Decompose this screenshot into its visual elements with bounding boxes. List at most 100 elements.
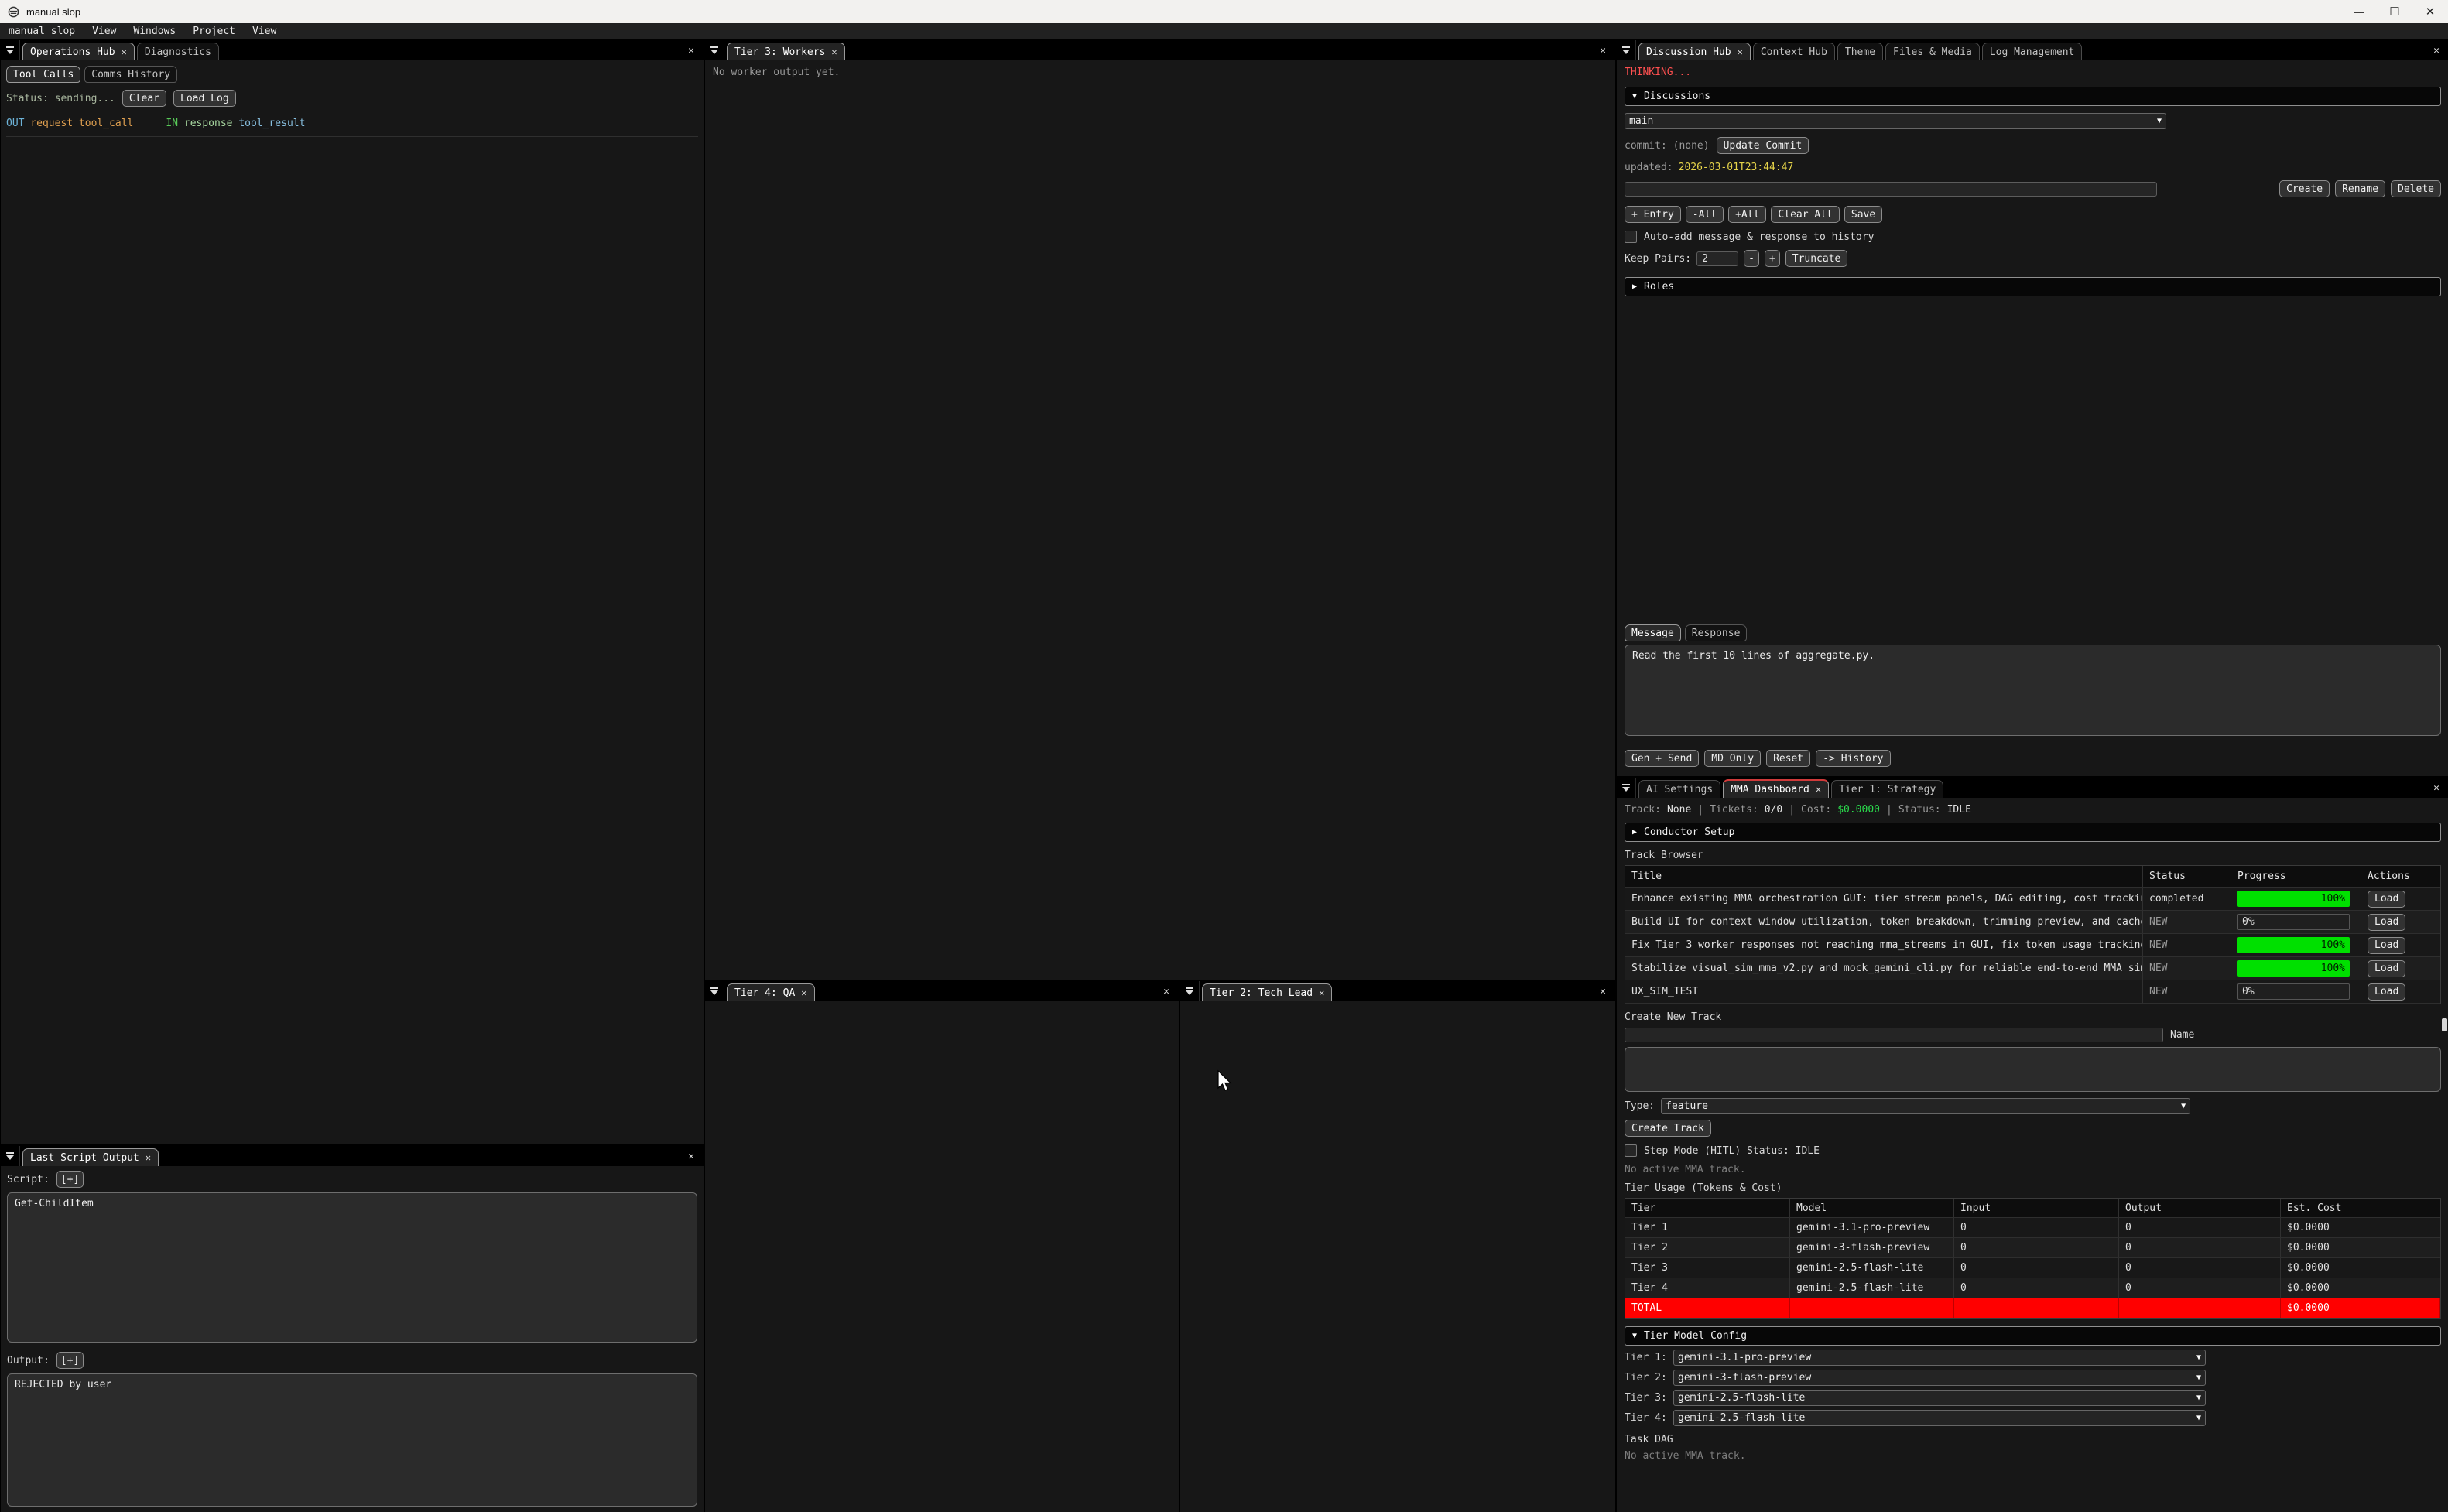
tab-mma[interactable]: MMA Dashboard ✕ [1723,779,1829,798]
track-type-select[interactable]: feature ▼ [1661,1098,2190,1114]
create-track-button[interactable]: Create Track [1625,1120,1711,1137]
track-description-textarea[interactable] [1625,1047,2441,1092]
autoadd-checkbox[interactable] [1625,231,1637,243]
subtab[interactable]: Tool Calls [6,66,80,83]
output-textarea[interactable]: REJECTED by user [7,1373,697,1507]
dock-menu-icon[interactable] [705,40,724,60]
tab-close-icon[interactable]: ✕ [146,1152,151,1163]
composer-action-button[interactable]: Gen + Send [1625,750,1699,767]
tab-last-script-output[interactable]: Last Script Output ✕ [22,1148,159,1166]
tab-mma[interactable]: Tier 1: Strategy [1831,780,1943,798]
update-commit-button[interactable]: Update Commit [1717,137,1809,154]
track-table-row[interactable]: Stabilize visual_sim_mma_v2.py and mock_… [1625,957,2440,980]
delete-button[interactable]: Delete [2391,180,2441,197]
tab-discussion[interactable]: Log Management [1982,43,2083,60]
panel-close-icon[interactable]: ✕ [1590,45,1615,56]
composer-subtab[interactable]: Response [1685,624,1748,641]
menu-item[interactable]: Project [184,26,244,37]
load-button[interactable]: Load [2368,983,2405,1001]
subtab[interactable]: Comms History [84,66,177,83]
close-icon[interactable]: ✕ [2412,0,2448,23]
script-textarea[interactable]: Get-ChildItem [7,1192,697,1343]
discussions-collapse-header[interactable]: ▼ Discussions [1625,87,2441,106]
discussion-select[interactable]: main ▼ [1625,113,2166,129]
track-name-input[interactable] [1625,1028,2163,1042]
output-expand-button[interactable]: [+] [56,1352,84,1369]
tab-discussion[interactable]: Discussion Hub ✕ [1638,43,1751,60]
dock-menu-icon[interactable] [1617,40,1636,60]
dock-menu-icon[interactable] [1,40,20,60]
panel-close-icon[interactable]: ✕ [2424,782,2448,794]
load-button[interactable]: Load [2368,937,2405,954]
panel-close-icon[interactable]: ✕ [1154,986,1179,997]
tab-close-icon[interactable]: ✕ [122,46,127,57]
tab-close-icon[interactable]: ✕ [801,987,806,998]
rename-button[interactable]: Rename [2335,180,2385,197]
menu-item[interactable]: View [84,26,125,37]
entry-action-button[interactable]: -All [1686,206,1724,223]
composer-subtab[interactable]: Message [1625,624,1681,641]
tier-model-select[interactable]: gemini-2.5-flash-lite ▼ [1673,1410,2206,1426]
tab-close-icon[interactable]: ✕ [1816,784,1821,795]
dock-menu-icon[interactable] [1180,981,1200,1001]
clear-button[interactable]: Clear [122,90,166,107]
entry-action-button[interactable]: Clear All [1771,206,1839,223]
keep-pairs-plus-button[interactable]: + [1765,250,1780,267]
conductor-setup-collapse-header[interactable]: ▶ Conductor Setup [1625,823,2441,842]
tab-close-icon[interactable]: ✕ [831,46,837,57]
panel-close-icon[interactable]: ✕ [1590,986,1615,997]
dock-menu-icon[interactable] [1,1146,20,1166]
keep-pairs-minus-button[interactable]: - [1744,250,1759,267]
tab-tier2-tech-lead[interactable]: Tier 2: Tech Lead ✕ [1202,983,1332,1001]
tier-model-select[interactable]: gemini-3.1-pro-preview ▼ [1673,1350,2206,1366]
script-expand-button[interactable]: [+] [56,1171,84,1188]
tab-tier3-workers[interactable]: Tier 3: Workers ✕ [727,43,845,60]
panel-close-icon[interactable]: ✕ [679,45,704,56]
dock-menu-icon[interactable] [705,981,724,1001]
roles-collapse-header[interactable]: ▶ Roles [1625,277,2441,296]
entry-action-button[interactable]: +All [1728,206,1766,223]
tab-operations[interactable]: Diagnostics [137,43,219,60]
load-log-button[interactable]: Load Log [173,90,236,107]
track-table-row[interactable]: Fix Tier 3 worker responses not reaching… [1625,934,2440,957]
panel-close-icon[interactable]: ✕ [2424,45,2448,56]
discussion-name-input[interactable] [1625,182,2157,197]
load-button[interactable]: Load [2368,960,2405,977]
tier-model-config-collapse-header[interactable]: ▼ Tier Model Config [1625,1326,2441,1346]
tab-close-icon[interactable]: ✕ [1738,46,1743,57]
message-textarea[interactable]: Read the first 10 lines of aggregate.py. [1625,645,2441,736]
composer-action-button[interactable]: -> History [1816,750,1890,767]
tab-mma[interactable]: AI Settings [1638,780,1720,798]
load-button[interactable]: Load [2368,891,2405,908]
dock-menu-icon[interactable] [1617,778,1636,798]
tab-discussion[interactable]: Context Hub [1753,43,1835,60]
composer-action-button[interactable]: MD Only [1704,750,1761,767]
usage-output: 0 [2119,1258,2281,1278]
tab-operations[interactable]: Operations Hub ✕ [22,43,135,60]
truncate-button[interactable]: Truncate [1785,250,1848,267]
tier-model-select[interactable]: gemini-2.5-flash-lite ▼ [1673,1390,2206,1406]
track-table-row[interactable]: Build UI for context window utilization,… [1625,911,2440,934]
tier-model-select[interactable]: gemini-3-flash-preview ▼ [1673,1370,2206,1386]
track-table-row[interactable]: Enhance existing MMA orchestration GUI: … [1625,888,2440,911]
menu-item[interactable]: Windows [125,26,184,37]
track-table-row[interactable]: UX_SIM_TEST NEW 0% Load [1625,980,2440,1004]
keep-pairs-input[interactable]: 2 [1696,251,1738,266]
menu-item[interactable]: View [244,26,285,37]
menu-item[interactable]: manual slop [0,26,84,37]
composer-action-button[interactable]: Reset [1766,750,1810,767]
maximize-icon[interactable]: ☐ [2377,0,2412,23]
scrollbar-thumb[interactable] [2442,1018,2447,1031]
create-button[interactable]: Create [2279,180,2330,197]
minimize-icon[interactable]: — [2341,0,2377,23]
panel-close-icon[interactable]: ✕ [679,1151,704,1162]
tab-discussion[interactable]: Files & Media [1885,43,1980,60]
step-mode-checkbox[interactable] [1625,1144,1637,1157]
entry-action-button[interactable]: + Entry [1625,206,1681,223]
tab-tier4-qa[interactable]: Tier 4: QA ✕ [727,983,815,1001]
tab-close-icon[interactable]: ✕ [1319,987,1324,998]
entry-action-button[interactable]: Save [1844,206,1882,223]
load-button[interactable]: Load [2368,914,2405,931]
tab-discussion[interactable]: Theme [1837,43,1883,60]
thinking-status: THINKING... [1625,67,2441,78]
